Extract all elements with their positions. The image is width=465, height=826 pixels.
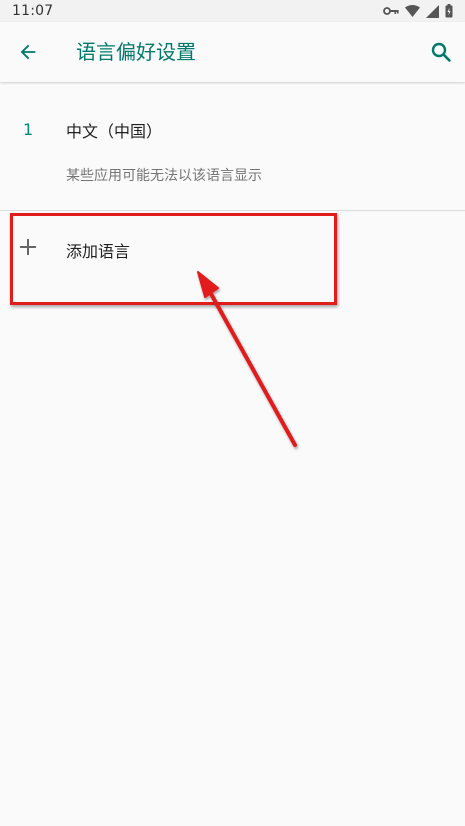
language-name: 中文（中国） <box>66 122 163 141</box>
app-bar: 语言偏好设置 <box>0 22 465 82</box>
status-bar: 11:07 <box>0 0 465 22</box>
language-index: 1 <box>23 120 34 139</box>
arrow-back-icon <box>20 44 36 60</box>
battery-icon <box>445 4 453 18</box>
status-icons <box>383 4 453 18</box>
language-item[interactable]: 1 中文（中国） 某些应用可能无法以该语言显示 <box>0 92 465 210</box>
back-button[interactable] <box>12 36 44 68</box>
vpn-key-icon <box>383 7 399 15</box>
add-language-label: 添加语言 <box>66 242 131 261</box>
add-language-button[interactable]: 添加语言 <box>0 211 465 283</box>
search-icon <box>431 42 451 62</box>
wifi-icon <box>405 5 420 17</box>
search-button[interactable] <box>425 36 457 68</box>
signal-icon <box>426 4 439 18</box>
page-title: 语言偏好设置 <box>76 40 196 64</box>
status-time: 11:07 <box>12 3 54 19</box>
language-note: 某些应用可能无法以该语言显示 <box>66 168 262 184</box>
plus-icon <box>20 239 36 255</box>
